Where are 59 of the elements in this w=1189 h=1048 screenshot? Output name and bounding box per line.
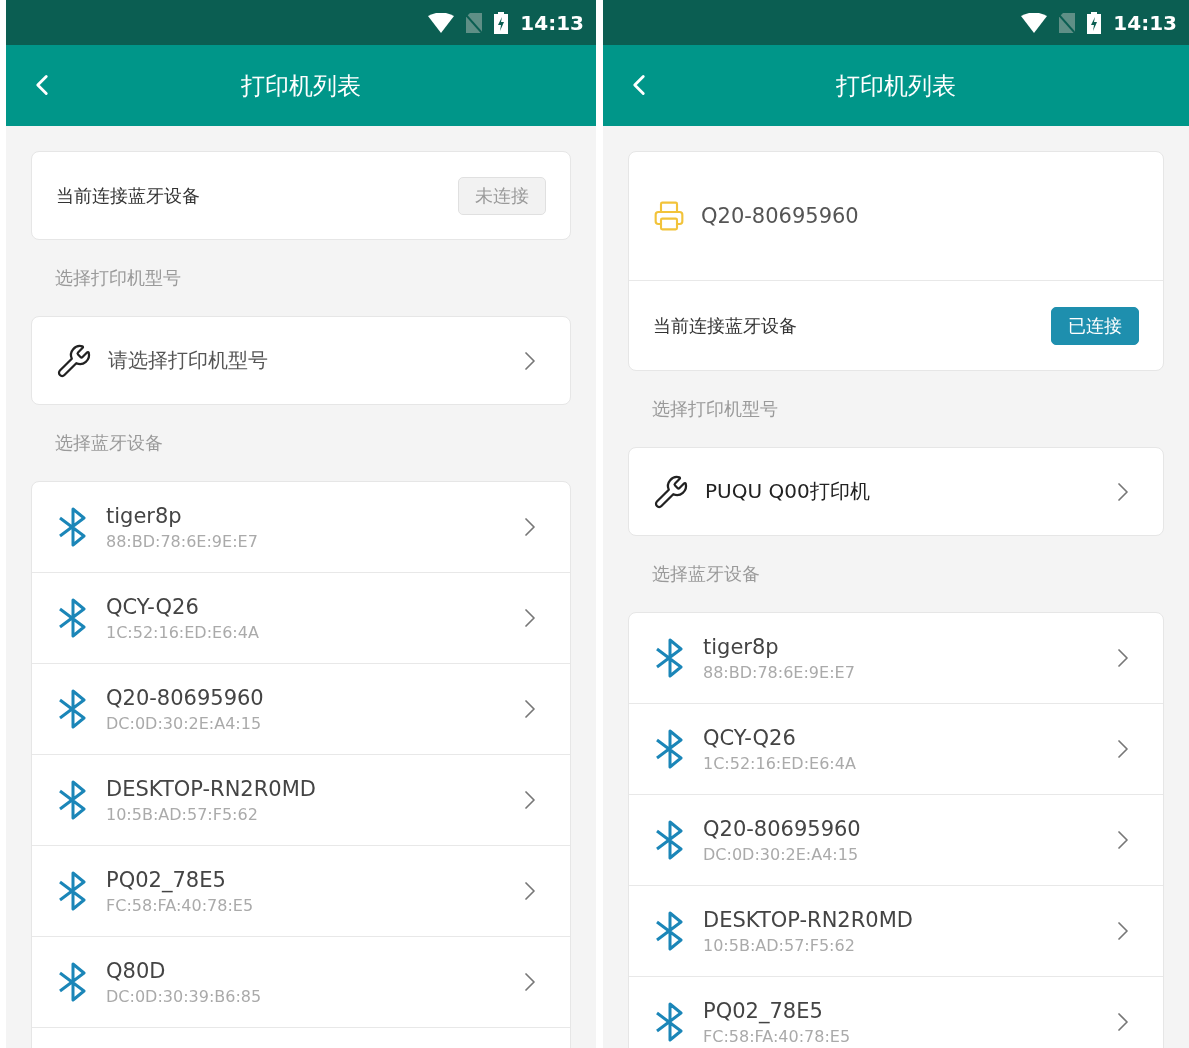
no-sim-icon [466, 12, 483, 33]
device-name: Q80D [106, 958, 167, 983]
device-address: DC:0D:30:39:B6:85 [106, 986, 263, 1006]
device-address: 1C:52:16:ED:E6:4A [106, 622, 260, 642]
device-name: QCY-Q26 [106, 594, 200, 619]
connection-label: 当前连接蓝牙设备 [56, 183, 201, 208]
wrench-icon [653, 473, 689, 510]
printer-name: Q20-80695960 [701, 204, 859, 228]
connection-status: 未连接 [458, 176, 546, 215]
device-row[interactable]: PQ02_78E5 FC:58:FA:40:78:E5 [32, 845, 570, 936]
device-row[interactable]: DESKTOP-RN2R0MD 10:5B:AD:57:F5:62 [629, 885, 1163, 976]
device-name: tiger8p [106, 503, 183, 528]
device-name: PQ02_78E5 [703, 998, 824, 1023]
device-row[interactable]: Q20-80695960 DC:0D:30:2E:A4:15 [629, 794, 1163, 885]
section-heading: 选择打印机型号 [651, 397, 779, 421]
device-address: FC:58:FA:40:78:E5 [703, 1026, 852, 1046]
device-name: DESKTOP-RN2R0MD [106, 776, 317, 801]
printer-model: 请选择打印机型号 [108, 347, 269, 374]
device-row[interactable]: PQ02_78E5 FC:58:FA:40:78:E5 [629, 976, 1163, 1048]
device-address: 10:5B:AD:57:F5:62 [703, 935, 856, 955]
wifi-icon [1021, 12, 1048, 33]
device-name: DESKTOP-RN2R0MD [703, 907, 914, 932]
printer-model: PUQU Q00打印机 [705, 478, 871, 505]
device-name: Q20-80695960 [703, 816, 862, 841]
wrench-icon [56, 342, 92, 379]
model-card[interactable]: 请选择打印机型号 [31, 316, 571, 405]
page-title: 打印机列表 [836, 70, 956, 102]
device-row[interactable]: QCY-Q26 1C:52:16:ED:E6:4A [32, 572, 570, 663]
device-name: Q20-80695960 [106, 685, 265, 710]
device-address: 88:BD:78:6E:9E:E7 [106, 531, 259, 551]
connection-label: 当前连接蓝牙设备 [653, 313, 798, 338]
section-heading: 选择蓝牙设备 [54, 431, 164, 455]
device-address: 10:5B:AD:57:F5:62 [106, 804, 259, 824]
device-row[interactable]: tiger8p 88:BD:78:6E:9E:E7 [629, 613, 1163, 703]
device-address: DC:0D:30:2E:A4:15 [703, 844, 860, 864]
no-sim-icon [1059, 12, 1076, 33]
battery-charging-icon [494, 11, 509, 34]
device-row[interactable]: DESKTOP-RN2R0MD 10:5B:AD:57:F5:62 [32, 754, 570, 845]
device-row[interactable]: tiger8p 88:BD:78:6E:9E:E7 [32, 482, 570, 572]
device-address: 1C:52:16:ED:E6:4A [703, 753, 857, 773]
device-row[interactable]: Q20-80695960 DC:0D:30:2E:A4:15 [32, 663, 570, 754]
printer-icon [653, 200, 685, 232]
device-row[interactable]: QCY-Q26 1C:52:16:ED:E6:4A [629, 703, 1163, 794]
device-name: PQ02_78E5 [106, 867, 227, 892]
device-address: DC:0D:30:2E:A4:15 [106, 713, 263, 733]
status-time: 14:13 [1113, 10, 1177, 35]
device-row[interactable]: Q80D DC:0D:30:39:B6:85 [32, 936, 570, 1027]
status-time: 14:13 [520, 10, 584, 35]
model-card[interactable]: PUQU Q00打印机 [628, 447, 1164, 536]
device-name: tiger8p [703, 634, 780, 659]
wifi-icon [428, 12, 455, 33]
device-address: FC:58:FA:40:78:E5 [106, 895, 255, 915]
connection-status: 已连接 [1051, 306, 1139, 345]
section-heading: 选择打印机型号 [54, 266, 182, 290]
section-heading: 选择蓝牙设备 [651, 562, 761, 586]
page-title: 打印机列表 [241, 70, 361, 102]
battery-charging-icon [1087, 11, 1102, 34]
device-address: 88:BD:78:6E:9E:E7 [703, 662, 856, 682]
device-name: QCY-Q26 [703, 725, 797, 750]
